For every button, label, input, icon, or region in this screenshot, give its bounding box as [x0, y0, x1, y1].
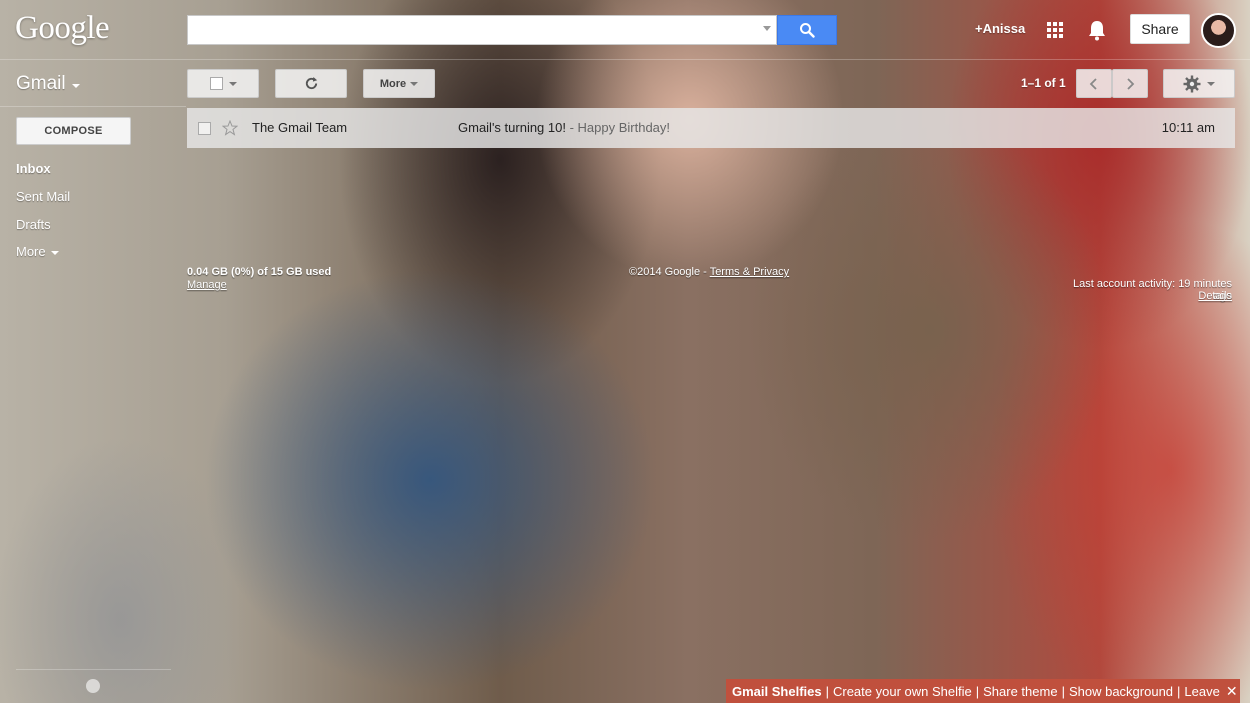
apps-grid-icon[interactable]	[1047, 22, 1063, 38]
sidebar-item-inbox[interactable]: Inbox	[16, 161, 51, 176]
header-divider	[0, 59, 1250, 60]
search-options-caret-icon[interactable]	[763, 26, 771, 31]
manage-storage-link[interactable]: Manage	[187, 279, 227, 291]
create-shelfie-link[interactable]: Create your own Shelfie	[833, 684, 972, 699]
show-background-link[interactable]: Show background	[1069, 684, 1173, 699]
sidebar-item-more[interactable]: More	[16, 244, 59, 259]
settings-button[interactable]	[1163, 69, 1235, 98]
sidebar-bottom-divider	[16, 669, 171, 670]
user-profile-link[interactable]: +Anissa	[975, 21, 1025, 36]
gmail-label: Gmail	[16, 73, 66, 94]
search-bar	[187, 15, 837, 45]
refresh-icon	[305, 76, 317, 90]
chevron-down-icon	[410, 81, 419, 86]
terms-privacy-link[interactable]: Terms & Privacy	[710, 266, 789, 278]
next-page-button[interactable]	[1112, 69, 1148, 98]
pagination-count: 1–1 of 1	[1021, 76, 1066, 90]
more-label: More	[379, 77, 407, 90]
message-time: 10:11 am	[1161, 120, 1215, 135]
row-checkbox[interactable]	[198, 121, 211, 135]
message-sender: The Gmail Team	[252, 120, 348, 135]
sidebar-item-label: More	[16, 244, 46, 259]
leave-link[interactable]: Leave	[1184, 684, 1219, 699]
compose-button[interactable]: COMPOSE	[16, 117, 131, 145]
chevron-left-icon	[1089, 77, 1097, 90]
sidebar-divider	[0, 106, 186, 107]
hangouts-icon[interactable]	[86, 679, 100, 693]
google-logo[interactable]: Google	[15, 10, 110, 47]
banner-separator: |	[825, 683, 829, 699]
more-actions-button[interactable]: More	[363, 69, 435, 98]
chevron-down-icon	[1207, 81, 1215, 86]
close-icon[interactable]: ✕	[1226, 683, 1238, 700]
banner-separator: |	[975, 683, 980, 699]
avatar[interactable]	[1201, 13, 1236, 48]
prev-page-button[interactable]	[1076, 69, 1112, 98]
share-theme-link[interactable]: Share theme	[983, 684, 1057, 699]
copyright: ©2014 Google - Terms & Privacy	[629, 266, 789, 278]
star-icon[interactable]	[222, 120, 238, 136]
select-checkbox[interactable]	[209, 77, 223, 90]
message-subject-line: Gmail's turning 10! - Happy Birthday!	[458, 120, 670, 135]
refresh-button[interactable]	[275, 69, 347, 98]
search-icon	[800, 23, 815, 38]
gear-icon	[1183, 75, 1201, 92]
share-button[interactable]: Share	[1130, 14, 1190, 44]
banner-separator: |	[1177, 683, 1181, 699]
message-snippet: - Happy Birthday!	[565, 120, 671, 135]
search-input[interactable]	[187, 15, 777, 45]
pagination-controls	[1076, 69, 1148, 98]
theme-banner: Gmail Shelfies | Create your own Shelfie…	[726, 679, 1240, 703]
copyright-text: ©2014 Google -	[629, 266, 710, 278]
select-all-button[interactable]	[187, 69, 259, 98]
message-subject: Gmail's turning 10!	[458, 120, 566, 135]
storage-usage: 0.04 GB (0%) of 15 GB used	[187, 266, 332, 278]
table-row[interactable]: The Gmail Team Gmail's turning 10! - Hap…	[187, 108, 1235, 148]
banner-separator: |	[1061, 683, 1065, 699]
banner-title[interactable]: Gmail Shelfies	[732, 684, 822, 699]
chevron-down-icon	[228, 81, 237, 86]
sidebar-item-sent-mail[interactable]: Sent Mail	[16, 189, 70, 204]
chevron-down-icon	[71, 83, 80, 88]
bell-icon[interactable]	[1087, 19, 1107, 41]
search-button[interactable]	[777, 15, 837, 45]
gmail-app-switcher[interactable]: Gmail	[16, 73, 80, 95]
sidebar-item-drafts[interactable]: Drafts	[16, 217, 51, 232]
chevron-right-icon	[1127, 77, 1135, 90]
chevron-down-icon	[50, 251, 59, 255]
activity-details-link[interactable]: Details	[1180, 290, 1232, 302]
